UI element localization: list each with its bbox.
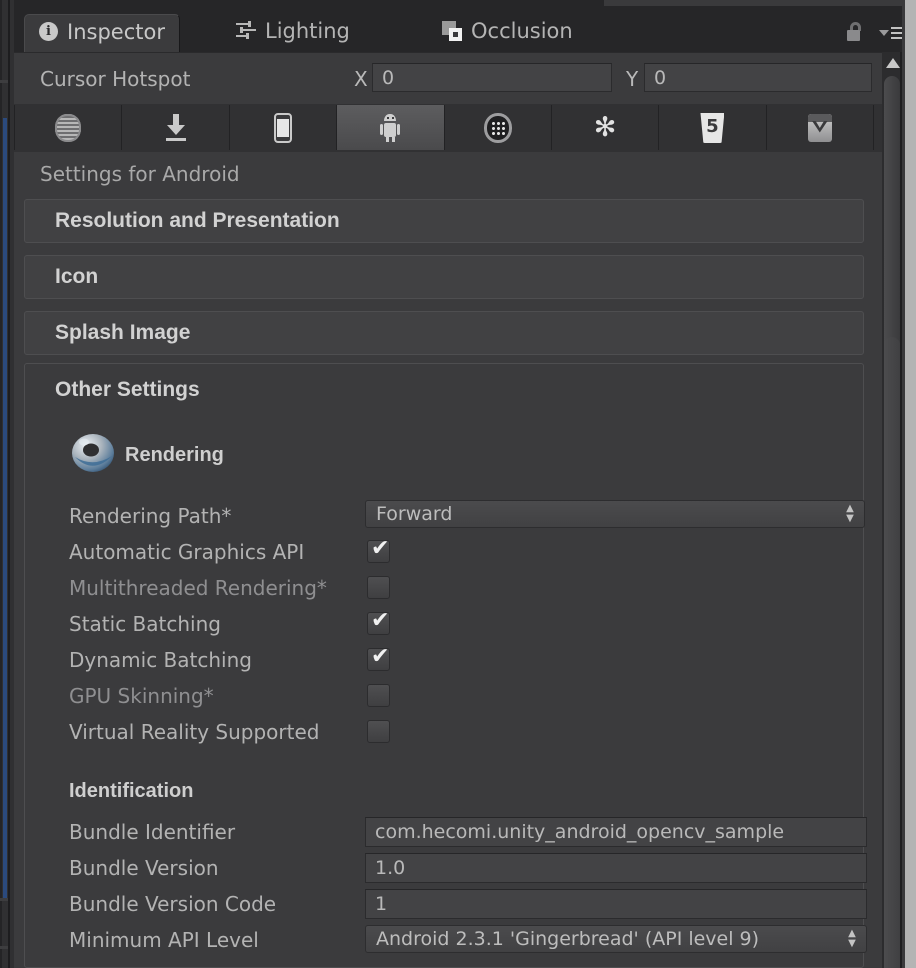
unity-inspector-window: i Inspector Lighting Occlusion Cursor Ho… bbox=[0, 0, 916, 968]
chevron-updown-icon: ▲ ▼ bbox=[846, 503, 854, 524]
rendering-path-label: Rendering Path* bbox=[69, 504, 232, 528]
platform-toolbar: ✻ 5 bbox=[14, 104, 882, 152]
platform-tab-tizen[interactable]: ✻ bbox=[551, 105, 660, 150]
minimum-api-level-dropdown[interactable]: Android 2.3.1 'Gingerbread' (API level 9… bbox=[365, 925, 867, 953]
info-circle-icon: i bbox=[39, 22, 58, 41]
platform-tab-pc-standalone[interactable] bbox=[122, 105, 230, 150]
tab-occlusion[interactable]: Occlusion bbox=[428, 14, 587, 52]
window-right-gutter bbox=[902, 0, 916, 968]
bundle-version-code-input[interactable]: 1 bbox=[365, 889, 867, 919]
minimum-api-level-label: Minimum API Level bbox=[69, 928, 259, 952]
blackberry-icon bbox=[483, 112, 512, 143]
static-batching-checkbox[interactable]: ✔ bbox=[367, 608, 390, 635]
inspector-body: Cursor Hotspot X 0 Y 0 ✻ 5 Settings for … bbox=[14, 52, 882, 968]
tab-bar-shadow bbox=[604, 0, 904, 6]
multithreaded-rendering-label: Multithreaded Rendering* bbox=[69, 576, 327, 600]
divider bbox=[0, 898, 8, 901]
section-header-resolution-and-presentation[interactable]: Resolution and Presentation bbox=[24, 199, 864, 243]
sliders-icon bbox=[236, 21, 256, 40]
chevron-updown-icon: ▲ ▼ bbox=[848, 928, 856, 949]
bundle-version-label: Bundle Version bbox=[69, 856, 219, 880]
multithreaded-rendering-checkbox[interactable] bbox=[367, 576, 390, 599]
minimum-api-level-value: Android 2.3.1 'Gingerbread' (API level 9… bbox=[376, 928, 760, 950]
checkmark-icon: ✔ bbox=[371, 536, 390, 561]
platform-tab-blackberry[interactable] bbox=[444, 105, 552, 150]
panel-edge bbox=[8, 0, 10, 968]
virtual-reality-supported-label: Virtual Reality Supported bbox=[69, 720, 320, 744]
bundle-version-input[interactable]: 1.0 bbox=[365, 853, 867, 883]
section-label: Splash Image bbox=[55, 321, 191, 344]
phone-icon bbox=[273, 112, 292, 143]
section-header-icon[interactable]: Icon bbox=[24, 255, 864, 299]
tv-icon bbox=[807, 113, 832, 142]
tab-inspector[interactable]: i Inspector bbox=[24, 14, 180, 52]
section-label-other-settings[interactable]: Other Settings bbox=[55, 378, 200, 402]
pinwheel-icon: ✻ bbox=[593, 111, 617, 143]
checkmark-icon: ✔ bbox=[371, 608, 390, 633]
dynamic-batching-checkbox[interactable]: ✔ bbox=[367, 644, 390, 671]
section-header-splash-image[interactable]: Splash Image bbox=[24, 311, 864, 355]
bundle-identifier-input[interactable]: com.hecomi.unity_android_opencv_sample bbox=[365, 817, 867, 847]
rendering-sphere-icon bbox=[72, 434, 114, 472]
tab-occlusion-label: Occlusion bbox=[471, 19, 573, 43]
download-icon bbox=[163, 113, 189, 142]
android-icon bbox=[379, 113, 401, 142]
bundle-identifier-label: Bundle Identifier bbox=[69, 820, 236, 844]
rendering-group-label: Rendering bbox=[125, 444, 224, 466]
platform-tab-samsung-tv[interactable] bbox=[766, 105, 874, 150]
automatic-graphics-api-label: Automatic Graphics API bbox=[69, 540, 305, 564]
globe-icon bbox=[55, 113, 82, 142]
static-batching-label: Static Batching bbox=[69, 612, 221, 636]
platform-tab-ios[interactable] bbox=[229, 105, 338, 150]
gpu-skinning-checkbox[interactable] bbox=[367, 684, 390, 707]
section-label: Resolution and Presentation bbox=[55, 209, 340, 232]
bundle-version-code-label: Bundle Version Code bbox=[69, 892, 277, 916]
checkmark-icon: ✔ bbox=[371, 644, 390, 669]
gpu-skinning-label: GPU Skinning* bbox=[69, 684, 214, 708]
divider bbox=[0, 80, 8, 83]
html5-icon: 5 bbox=[700, 112, 725, 143]
section-other-settings: Other Settings Rendering Rendering Path*… bbox=[24, 363, 867, 968]
padlock-icon[interactable] bbox=[846, 22, 864, 42]
platform-tab-web-player[interactable] bbox=[14, 105, 123, 150]
identification-group-label: Identification bbox=[69, 780, 194, 802]
tab-bar: i Inspector Lighting Occlusion bbox=[14, 0, 916, 52]
occlusion-squares-icon bbox=[442, 21, 462, 41]
cursor-hotspot-x-input[interactable]: 0 bbox=[372, 63, 612, 92]
cursor-hotspot-label: Cursor Hotspot bbox=[40, 67, 191, 91]
rendering-path-dropdown[interactable]: Forward ▲ ▼ bbox=[365, 500, 865, 528]
adjacent-panel-strip bbox=[0, 0, 14, 968]
divider bbox=[0, 946, 8, 949]
platform-tab-webgl-html5[interactable]: 5 bbox=[659, 105, 767, 150]
selection-highlight bbox=[3, 118, 7, 898]
x-axis-label: X bbox=[354, 67, 368, 91]
dynamic-batching-label: Dynamic Batching bbox=[69, 648, 252, 672]
divider bbox=[14, 52, 882, 53]
tab-lighting-label: Lighting bbox=[265, 19, 350, 43]
scroll-up-arrow-icon[interactable] bbox=[886, 58, 900, 68]
tab-inspector-label: Inspector bbox=[67, 19, 165, 44]
panel-edge bbox=[0, 0, 2, 968]
section-label: Icon bbox=[55, 265, 99, 288]
settings-for-platform-label: Settings for Android bbox=[40, 162, 240, 186]
virtual-reality-supported-checkbox[interactable] bbox=[367, 720, 390, 743]
cursor-hotspot-y-input[interactable]: 0 bbox=[644, 63, 872, 92]
vertical-scrollbar[interactable] bbox=[882, 52, 902, 968]
scrollbar-thumb[interactable] bbox=[884, 337, 900, 968]
tab-lighting[interactable]: Lighting bbox=[222, 14, 364, 52]
automatic-graphics-api-checkbox[interactable]: ✔ bbox=[367, 536, 390, 563]
rendering-path-value: Forward bbox=[376, 503, 453, 525]
cursor-hotspot-row: Cursor Hotspot X 0 Y 0 bbox=[14, 55, 882, 99]
platform-tab-android[interactable] bbox=[337, 105, 445, 150]
y-axis-label: Y bbox=[626, 67, 639, 91]
